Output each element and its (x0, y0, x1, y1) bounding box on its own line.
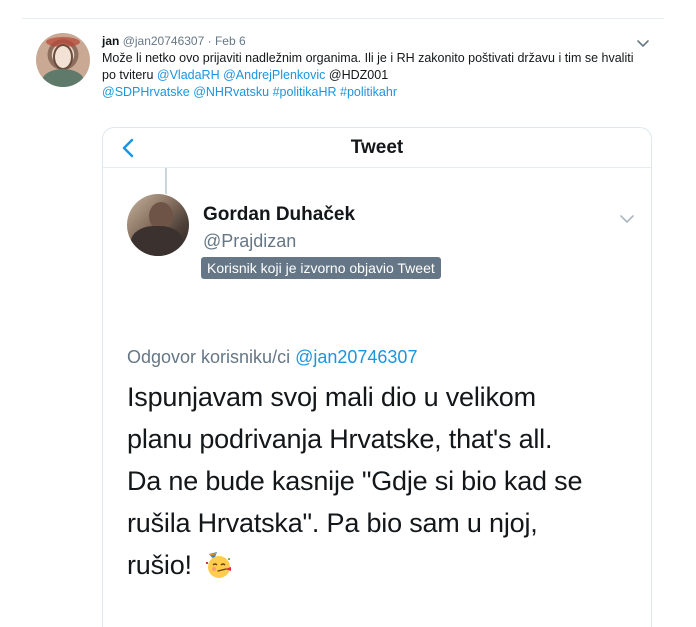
tweet-text-part: @HDZ001 (328, 68, 389, 82)
handle[interactable]: @jan20746307 (123, 34, 205, 48)
hashtag-link[interactable]: #politikaHR (273, 85, 337, 99)
chevron-down-icon[interactable] (636, 37, 650, 51)
text-line: rušila Hrvatska". Pa bio sam u njoj, (127, 508, 538, 538)
mention-link[interactable]: @NHRvatsku (193, 85, 269, 99)
mention-link[interactable]: @SDPHrvatske (102, 85, 190, 99)
display-name[interactable]: jan (102, 34, 119, 48)
chevron-down-icon[interactable] (619, 212, 635, 226)
tweet-text: Može li netko ovo prijaviti nadležnim or… (102, 50, 642, 101)
thread-line (165, 168, 167, 194)
reply-prefix: Odgovor korisniku/ci (127, 347, 296, 367)
hashtag-link[interactable]: #politikahr (340, 85, 397, 99)
reply-to-line: Odgovor korisniku/ci @jan20746307 (127, 347, 417, 368)
quoted-avatar[interactable] (127, 194, 189, 256)
text-line: Da ne bude kasnije "Gdje si bio kad se (127, 466, 583, 496)
avatar-face (53, 44, 73, 70)
avatar-shoulders (42, 69, 84, 87)
text-line: Ispunjavam svoj mali dio u velikom (127, 382, 536, 412)
quoted-author-name[interactable]: Gordan Duhaček (203, 204, 355, 226)
tweet-header: jan @jan20746307 · Feb 6 (102, 33, 622, 50)
text-line: planu podrivanja Hrvatske, that's all. (127, 424, 553, 454)
tweet-date[interactable]: Feb 6 (215, 34, 246, 48)
tweet[interactable]: jan @jan20746307 · Feb 6 Može li netko o… (22, 18, 664, 627)
separator: · (207, 34, 212, 48)
card-header: Tweet (103, 128, 651, 168)
partying-face-emoji-icon (206, 552, 232, 578)
text-line: rušio! (127, 550, 192, 580)
mention-link[interactable]: @AndrejPlenkovic (223, 68, 325, 82)
text-line-last: rušio! (127, 544, 647, 586)
reply-handle[interactable]: @jan20746307 (295, 347, 417, 367)
quoted-tweet-card[interactable]: Tweet Gordan Duhaček @Prajdizan Korisnik… (102, 127, 652, 627)
quoted-author-handle[interactable]: @Prajdizan (203, 231, 296, 252)
card-title: Tweet (350, 137, 404, 158)
avatar[interactable] (36, 33, 90, 87)
quoted-avatar-body (131, 226, 183, 256)
original-author-badge: Korisnik koji je izvorno objavio Tweet (201, 257, 441, 279)
mention-link[interactable]: @VladaRH (157, 68, 220, 82)
quoted-tweet-text: Ispunjavam svoj mali dio u velikom planu… (127, 376, 647, 586)
